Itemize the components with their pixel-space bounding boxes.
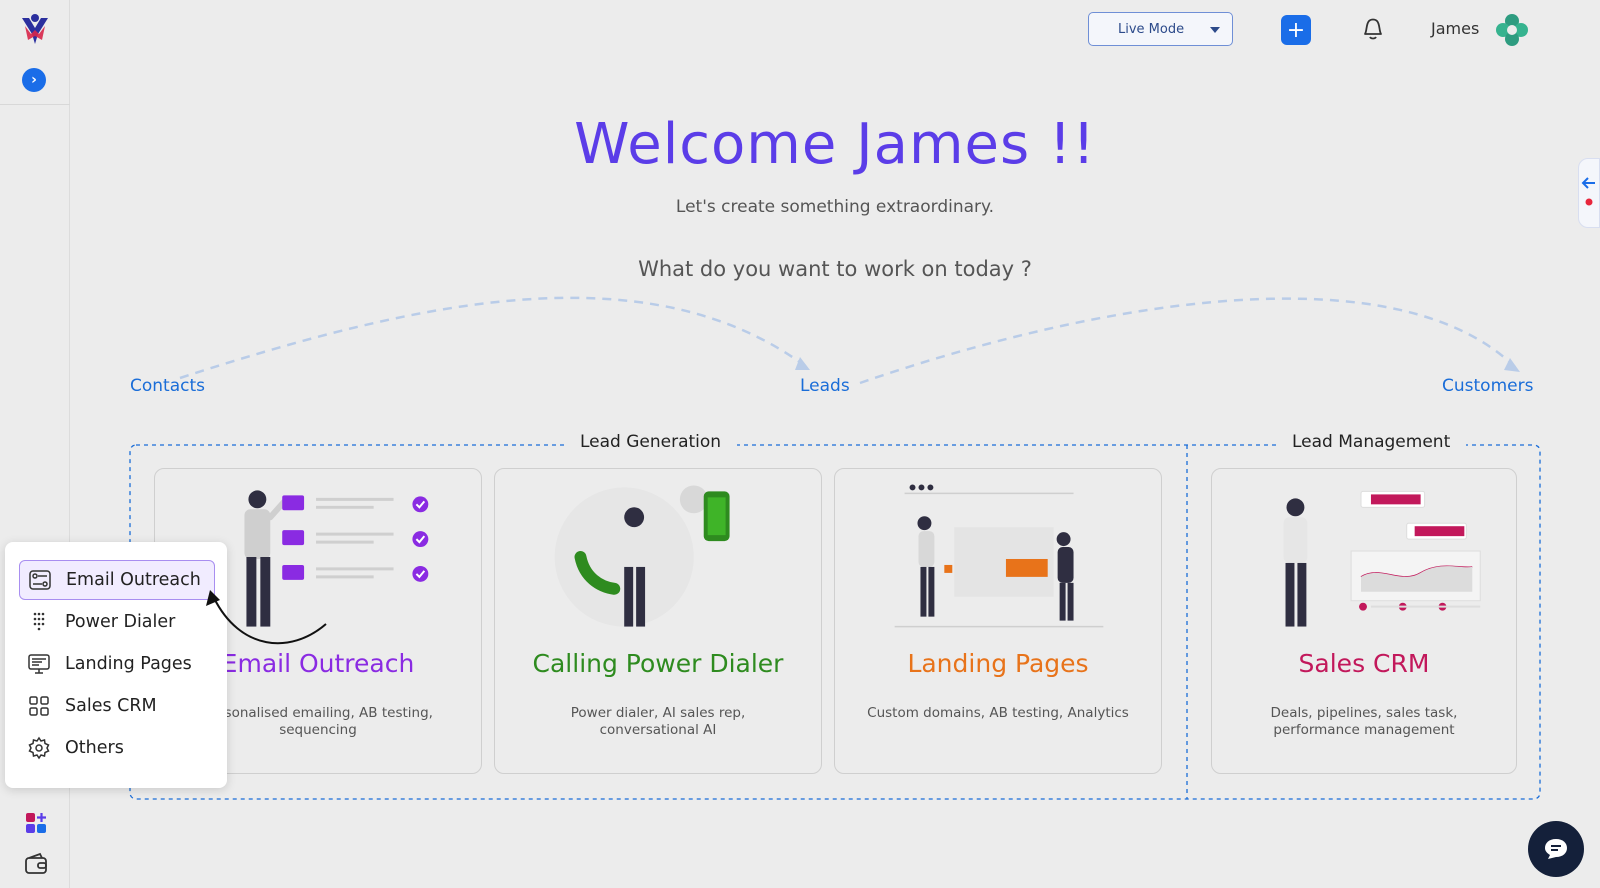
landing-pages-illustration [894,484,1104,628]
app-logo[interactable] [18,12,52,46]
menu-item-power-dialer[interactable]: Power Dialer [19,602,215,642]
menu-item-landing-pages[interactable]: Landing Pages [19,644,215,684]
card-calling-power-dialer[interactable]: Calling Power Dialer Power dialer, AI sa… [494,468,822,774]
menu-item-label: Landing Pages [65,654,192,674]
menu-item-label: Others [65,738,124,758]
card-description: Custom domains, AB testing, Analytics [867,705,1129,721]
power-dialer-illustration [554,485,730,627]
tagline: Let's create something extraordinary. [675,197,995,217]
avatar[interactable] [1494,12,1530,48]
flow-stage-contacts[interactable]: Contacts [130,376,205,396]
card-sales-crm[interactable]: Sales CRM Deals, pipelines, sales task, … [1211,468,1517,774]
group-lead-generation: Lead Generation [564,432,738,452]
product-menu: Email Outreach Power Dialer Landing Page… [5,542,227,788]
email-outreach-icon [29,570,51,590]
menu-item-others[interactable]: Others [19,728,215,768]
sidebar-divider [0,104,70,105]
chevron-right-icon: › [31,72,37,88]
card-title: Sales CRM [1298,649,1430,678]
welcome-heading: Welcome James !! [574,112,1096,177]
group-lead-management: Lead Management [1276,432,1467,452]
menu-item-label: Sales CRM [65,696,157,716]
card-description: Deals, pipelines, sales task, performanc… [1270,705,1458,738]
user-name[interactable]: James [1431,19,1479,38]
card-title: Landing Pages [907,649,1089,678]
power-dialer-icon [33,612,45,631]
sales-crm-icon [29,696,49,716]
menu-item-sales-crm[interactable]: Sales CRM [19,686,215,726]
card-description: Power dialer, AI sales rep, conversation… [570,705,746,738]
chat-button[interactable] [1528,821,1584,877]
plus-icon: + [1286,17,1306,43]
add-button[interactable]: + [1281,15,1311,45]
caret-down-icon [1210,27,1220,33]
live-mode-label: Live Mode [1118,21,1185,37]
card-title: Calling Power Dialer [532,649,784,678]
menu-item-email-outreach[interactable]: Email Outreach [19,560,215,600]
apps-add-icon[interactable] [24,811,48,835]
gear-icon [28,736,50,760]
bell-icon[interactable] [1360,14,1386,42]
card-landing-pages[interactable]: Landing Pages Custom domains, AB testing… [834,468,1162,774]
menu-item-label: Email Outreach [66,570,201,590]
flow-stage-customers[interactable]: Customers [1442,376,1533,396]
expand-sidebar-button[interactable]: › [22,68,46,92]
live-mode-dropdown[interactable]: Live Mode [1088,12,1233,46]
question-heading: What do you want to work on today ? [638,257,1032,281]
menu-item-label: Power Dialer [65,612,176,632]
landing-pages-icon [28,654,50,674]
chat-icon [1545,839,1567,859]
sales-crm-illustration [1283,490,1481,627]
flow-stage-leads[interactable]: Leads [800,376,850,396]
wallet-icon[interactable] [24,852,48,876]
